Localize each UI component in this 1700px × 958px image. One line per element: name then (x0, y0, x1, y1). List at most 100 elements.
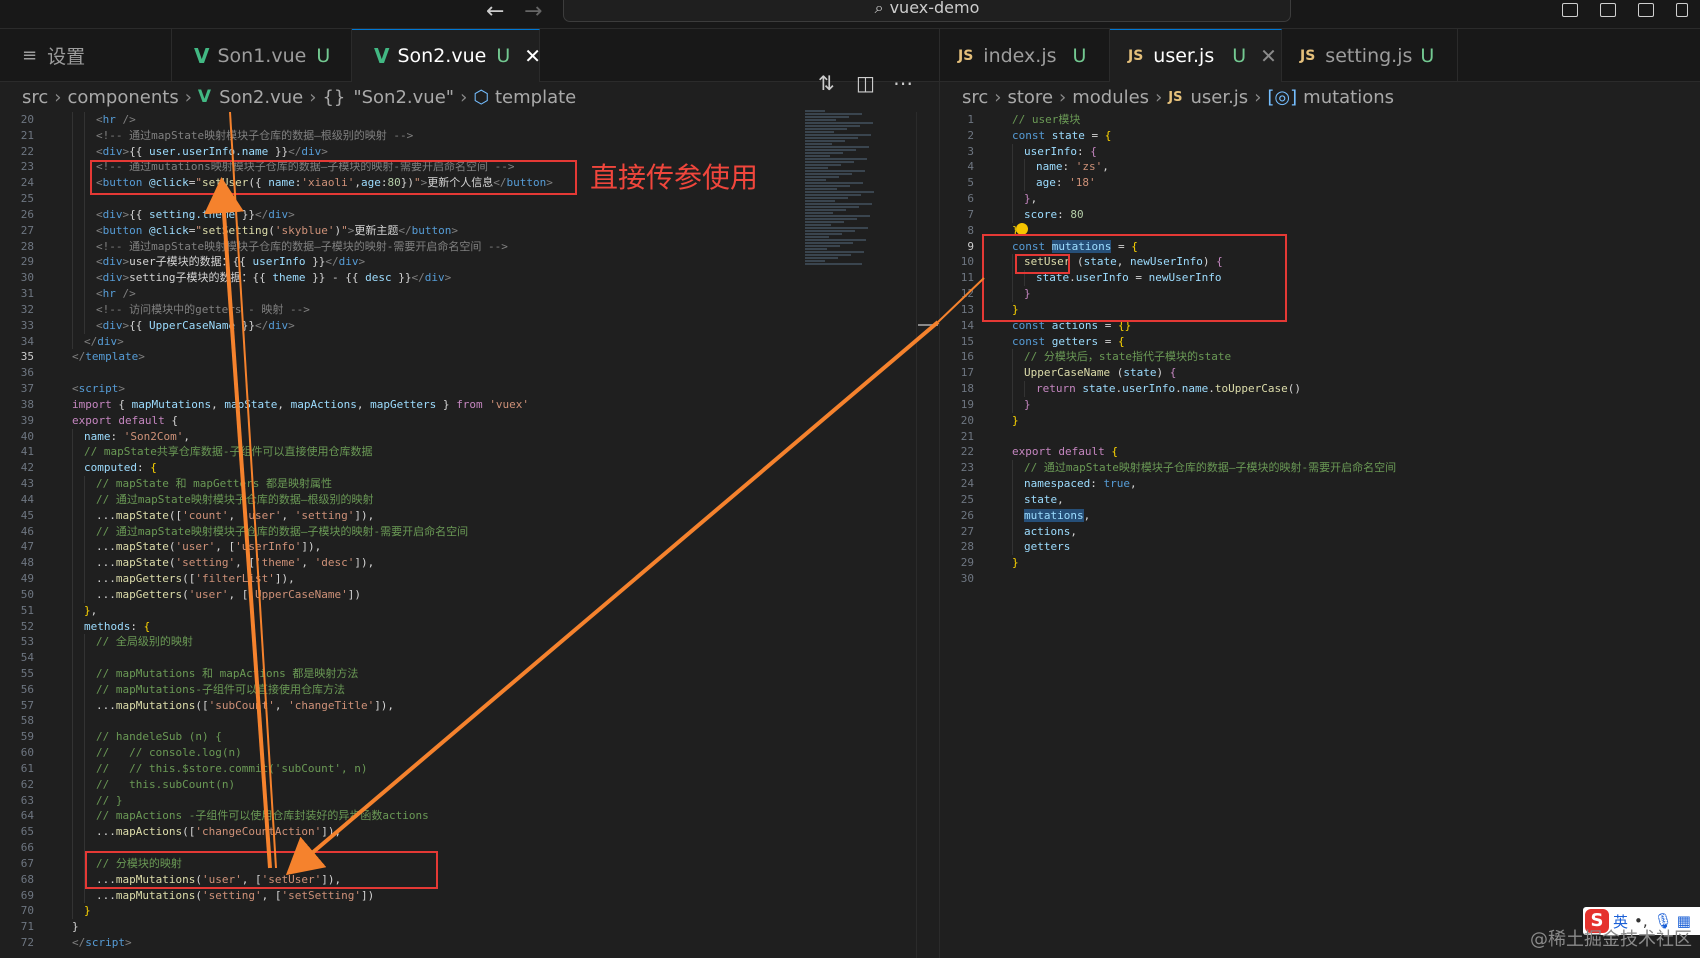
code-line[interactable]: 41 // mapState共享仓库数据-子组件可以直接使用仓库数据 (0, 444, 915, 461)
code-line[interactable]: 3 userInfo: { (940, 143, 1700, 160)
compare-changes-icon[interactable]: ⇅ (818, 73, 835, 93)
code-line[interactable]: 20 <hr /> (0, 112, 915, 128)
code-line[interactable]: 31 <hr /> (0, 286, 915, 302)
code-line[interactable]: 18 return state.userInfo.name.toUpperCase… (940, 381, 1700, 397)
code-line[interactable]: 47 ...mapState('user', ['userInfo']), (0, 539, 915, 556)
code-line[interactable]: 1 // user模块 (940, 112, 1700, 128)
code-line[interactable]: 50 ...mapGetters('user', ['UpperCaseName'… (0, 586, 915, 603)
code-line[interactable]: 42 computed: { (0, 460, 915, 477)
code-line[interactable]: 21 <!-- 通过mapState映射模块子仓库的数据—根级别的映射 --> (0, 127, 915, 144)
code-line[interactable]: 63 // } (0, 792, 915, 809)
code-line[interactable]: 49 ...mapGetters(['filterList']), (0, 571, 915, 587)
breadcrumb-item[interactable]: Son2.vue (219, 87, 303, 108)
code-line[interactable]: 27 actions, (940, 523, 1700, 540)
breadcrumb-item[interactable]: template (495, 87, 576, 108)
code-line[interactable]: 46 // 通过mapState映射模块子仓库的数据—子模块的映射-需要开启命名空… (0, 523, 915, 540)
breadcrumb-item[interactable]: components (67, 87, 178, 108)
code-line[interactable]: 29} (940, 555, 1700, 571)
code-line[interactable]: 37 <script> (0, 381, 915, 397)
code-line[interactable]: 52 methods: { (0, 618, 915, 635)
code-line[interactable]: 62 // this.subCount(n) (0, 776, 915, 793)
code-line[interactable]: 30 (940, 571, 1700, 587)
close-icon[interactable]: ✕ (524, 44, 541, 68)
code-line[interactable]: 6}, (940, 191, 1700, 207)
breadcrumb-item[interactable]: user.js (1190, 87, 1248, 108)
command-center-search[interactable]: ⌕ vuex-demo (563, 0, 1291, 22)
code-line[interactable]: 43 // mapState 和 mapGetters 都是映射属性 (0, 476, 915, 492)
code-line[interactable]: 57 ...mapMutations(['subCount', 'changeTi… (0, 697, 915, 714)
code-line[interactable]: 7 score: 80 (940, 206, 1700, 223)
code-line[interactable]: 56 // mapMutations-子组件可以直接使用仓库方法 (0, 681, 915, 698)
code-line[interactable]: 34 </div> (0, 333, 915, 350)
code-line[interactable]: 70} (0, 903, 915, 920)
code-line[interactable]: 30 <div>setting子模块的数据：{{ theme }} - {{ de… (0, 270, 915, 287)
more-actions-icon[interactable]: ⋯ (893, 73, 913, 93)
code-line[interactable]: 19} (940, 396, 1700, 413)
code-line[interactable]: 71} (0, 919, 915, 935)
code-line[interactable]: 22 <div>{{ user.userInfo.name }}</div> (0, 143, 915, 160)
code-line[interactable]: 28 <!-- 通过mapState映射模块子仓库的数据—子模块的映射-需要开启命… (0, 238, 915, 255)
tab-setting-js[interactable]: JS setting.js U (1282, 29, 1458, 82)
code-line[interactable]: 32 <!-- 访问模块中的getters - 映射 --> (0, 301, 915, 318)
code-line[interactable]: 51}, (0, 602, 915, 619)
code-line[interactable]: 35 </template> (0, 349, 915, 365)
code-line[interactable]: 33 <div>{{ UpperCaseName }}</div> (0, 317, 915, 334)
code-line[interactable]: 65 ...mapActions(['changeCountAction']), (0, 824, 915, 841)
toggle-panel-icon[interactable] (1600, 3, 1616, 17)
code-line[interactable]: 20} (940, 413, 1700, 429)
code-line[interactable]: 64 // mapActions -子组件可以使用仓库封装好的异步函数action… (0, 808, 915, 825)
code-line[interactable]: 25 state, (940, 491, 1700, 508)
code-line[interactable]: 27 <button @click="setSetting('skyblue')"… (0, 222, 915, 239)
code-line[interactable]: 69 ...mapMutations('setting', ['setSettin… (0, 887, 915, 904)
toggle-secondary-sidebar-icon[interactable] (1638, 3, 1654, 17)
code-line[interactable]: 4 name: 'zs', (940, 159, 1700, 176)
tab-son1-vue[interactable]: V Son1.vue U (172, 29, 352, 82)
code-line[interactable]: 39 export default { (0, 413, 915, 429)
breadcrumb-item[interactable]: "Son2.vue" (353, 87, 454, 108)
tab-index-js[interactable]: JS index.js U (940, 29, 1110, 82)
customize-layout-icon[interactable] (1676, 3, 1688, 17)
split-editor-icon[interactable]: ◫ (856, 73, 875, 93)
minimap[interactable] (805, 110, 880, 270)
code-line[interactable]: 28 getters (940, 539, 1700, 556)
code-line[interactable]: 29 <div>user子模块的数据：{{ userInfo }}</div> (0, 254, 915, 271)
code-line[interactable]: 48 ...mapState('setting', ['theme', 'desc… (0, 555, 915, 572)
tab-user-js[interactable]: JS user.js U ✕ (1110, 29, 1282, 82)
code-line[interactable]: 55 // mapMutations 和 mapActions 都是映射方法 (0, 665, 915, 682)
close-icon[interactable]: ✕ (1260, 44, 1277, 68)
breadcrumb-item[interactable]: src (22, 87, 48, 108)
tab-settings[interactable]: ≡ 设置 (0, 29, 172, 82)
code-line[interactable]: 17 UpperCaseName (state) { (940, 365, 1700, 382)
code-line[interactable]: 2 const state = { (940, 128, 1700, 144)
breadcrumb-item[interactable]: src (962, 87, 988, 108)
code-line[interactable]: 21 (940, 429, 1700, 445)
tab-son2-vue[interactable]: V Son2.vue U ✕ (352, 29, 541, 82)
breadcrumb-item[interactable]: modules (1072, 87, 1149, 108)
code-line[interactable]: 61 // // this.$store.commit('subCount', n… (0, 760, 915, 777)
forward-arrow-icon[interactable]: → (524, 1, 542, 23)
breadcrumb-item[interactable]: mutations (1303, 87, 1394, 108)
code-line[interactable]: 22 export default { (940, 444, 1700, 460)
editor-scrollbar[interactable] (916, 112, 938, 958)
code-line[interactable]: 23 // 通过mapState映射模块子仓库的数据—子模块的映射-需要开启命名空… (940, 460, 1700, 477)
code-line[interactable]: 5 age: '18' (940, 175, 1700, 192)
back-arrow-icon[interactable]: ← (486, 1, 504, 23)
toggle-primary-sidebar-icon[interactable] (1562, 3, 1578, 17)
code-line[interactable]: 16 // 分模块后，state指代子模块的state (940, 349, 1700, 366)
code-line[interactable]: 72 </script> (0, 935, 915, 951)
code-line[interactable]: 40 name: 'Son2Com', (0, 428, 915, 445)
code-line[interactable]: 36 (0, 365, 915, 381)
code-line[interactable]: 59 // handeleSub (n) { (0, 729, 915, 746)
code-line[interactable]: 53 // 全局级别的映射 (0, 634, 915, 651)
code-line[interactable]: 26 <div>{{ setting.theme }}</div> (0, 206, 915, 223)
code-line[interactable]: 60 // // console.log(n) (0, 745, 915, 761)
code-line[interactable]: 54 (0, 650, 915, 666)
code-line[interactable]: 45 ...mapState(['count', 'user', 'setting… (0, 507, 915, 524)
code-line[interactable]: 44 // 通过mapState映射模块子仓库的数据—根级别的映射 (0, 491, 915, 508)
code-line[interactable]: 58 (0, 713, 915, 730)
breadcrumb-item[interactable]: store (1007, 87, 1053, 108)
code-line[interactable]: 15 const getters = { (940, 334, 1700, 350)
code-line[interactable]: 26 mutations, (940, 507, 1700, 524)
code-line[interactable]: 38 import { mapMutations, mapState, mapAc… (0, 397, 915, 413)
code-line[interactable]: 24 namespaced: true, (940, 476, 1700, 492)
